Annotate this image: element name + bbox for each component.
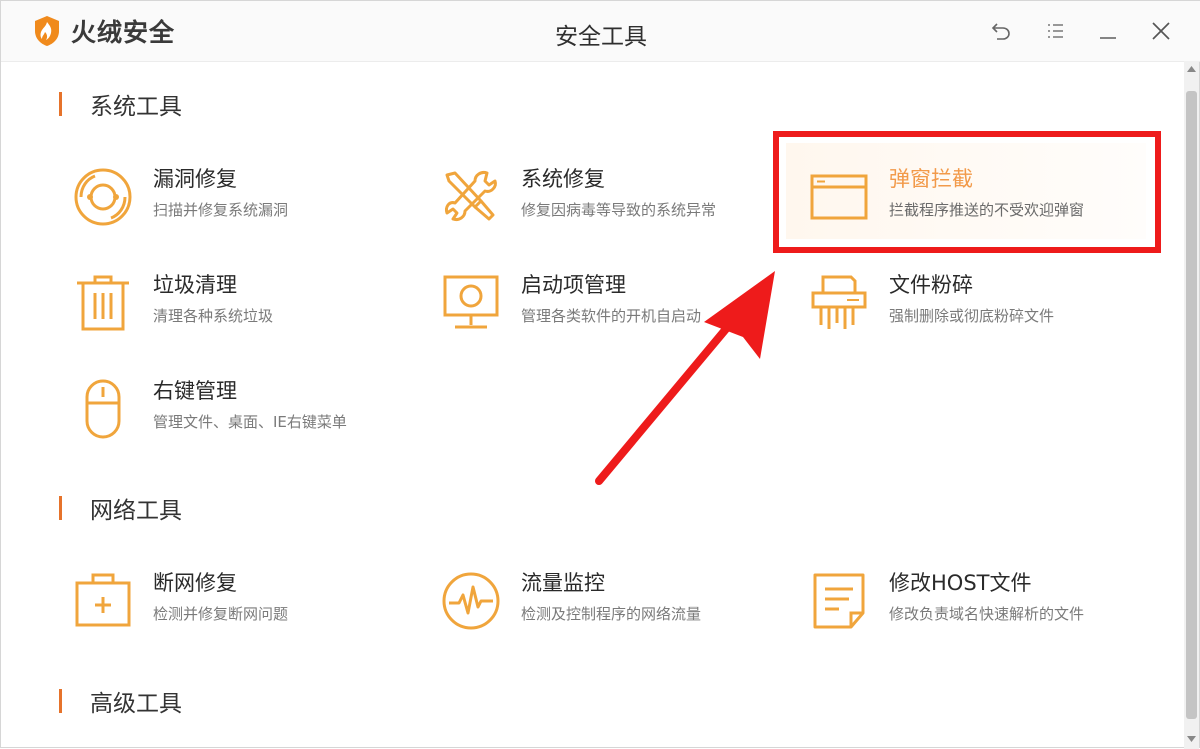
tool-description: 管理各类软件的开机自启动 (521, 307, 702, 325)
tool-name: 修改HOST文件 (889, 571, 1032, 595)
back-button[interactable] (987, 17, 1015, 45)
tool-description: 管理文件、桌面、IE右键菜单 (153, 413, 347, 431)
menu-icon (1048, 24, 1063, 38)
scrollbar-thumb[interactable] (1186, 91, 1197, 719)
tool-name: 漏洞修复 (153, 167, 237, 191)
section-accent-bar (59, 92, 62, 116)
scroll-up-icon (1187, 66, 1196, 72)
annotation-highlight-box (773, 131, 1161, 253)
tool-description: 修改负责域名快速解析的文件 (889, 605, 1085, 623)
section-system-tools: 系统工具 (59, 88, 182, 120)
tool-description: 清理各种系统垃圾 (153, 307, 274, 325)
toolbox-icon (75, 573, 131, 627)
section-advanced-tools: 高级工具 (59, 685, 182, 717)
scroll-up-button[interactable] (1184, 61, 1199, 77)
tool-name: 断网修复 (153, 571, 237, 595)
section-accent-bar (59, 689, 62, 713)
tool-description: 检测并修复断网问题 (153, 605, 289, 623)
section-accent-bar (59, 496, 62, 520)
close-button[interactable] (1147, 17, 1175, 45)
tool-modify-host[interactable]: 修改HOST文件 修改负责域名快速解析的文件 (809, 567, 1169, 647)
tool-description: 强制删除或彻底粉碎文件 (889, 307, 1055, 325)
tool-name: 文件粉碎 (889, 273, 973, 297)
tool-file-shredder[interactable]: 文件粉碎 强制删除或彻底粉碎文件 (809, 269, 1169, 349)
vulnerability-fix-icon (74, 168, 132, 226)
tool-network-repair[interactable]: 断网修复 检测并修复断网问题 (73, 567, 433, 647)
tool-name: 流量监控 (521, 571, 605, 595)
tool-junk-clean[interactable]: 垃圾清理 清理各种系统垃圾 (73, 269, 433, 349)
tool-description: 扫描并修复系统漏洞 (153, 201, 289, 219)
title-bar: 火绒安全 安全工具 (1, 1, 1200, 62)
trash-icon (77, 275, 129, 331)
system-repair-icon (445, 171, 497, 221)
tool-name: 系统修复 (521, 167, 605, 191)
back-icon (991, 23, 1010, 40)
menu-button[interactable] (1041, 17, 1069, 45)
tool-description: 检测及控制程序的网络流量 (521, 605, 702, 623)
tool-name: 垃圾清理 (153, 273, 237, 297)
tool-context-menu[interactable]: 右键管理 管理文件、桌面、IE右键菜单 (73, 375, 433, 455)
tool-description: 修复因病毒等导致的系统异常 (521, 201, 717, 219)
section-title: 系统工具 (90, 94, 182, 120)
tool-system-repair[interactable]: 系统修复 修复因病毒等导致的系统异常 (441, 163, 801, 243)
section-title: 高级工具 (90, 691, 182, 717)
tool-name: 启动项管理 (521, 273, 626, 297)
section-network-tools: 网络工具 (59, 492, 182, 524)
mouse-icon (85, 379, 121, 439)
window-title: 安全工具 (555, 24, 647, 50)
tool-startup-manager[interactable]: 启动项管理 管理各类软件的开机自启动 (441, 269, 801, 349)
app-window: 火绒安全 安全工具 系统工具 漏洞修复 扫描并修复系统漏洞 系统修复 修复因病毒… (0, 0, 1200, 749)
tool-vulnerability-fix[interactable]: 漏洞修复 扫描并修复系统漏洞 (73, 163, 433, 243)
scroll-down-button[interactable] (1184, 731, 1199, 747)
minimize-button[interactable] (1094, 17, 1122, 45)
shredder-icon (811, 275, 867, 329)
tool-traffic-monitor[interactable]: 流量监控 检测及控制程序的网络流量 (441, 567, 801, 647)
section-title: 网络工具 (90, 498, 182, 524)
minimize-icon (1100, 37, 1116, 39)
host-file-icon (813, 573, 865, 629)
tool-name: 右键管理 (153, 379, 237, 403)
scroll-down-icon (1187, 736, 1196, 742)
close-icon (1152, 22, 1170, 40)
monitor-icon (443, 275, 499, 329)
traffic-monitor-icon (442, 572, 500, 630)
